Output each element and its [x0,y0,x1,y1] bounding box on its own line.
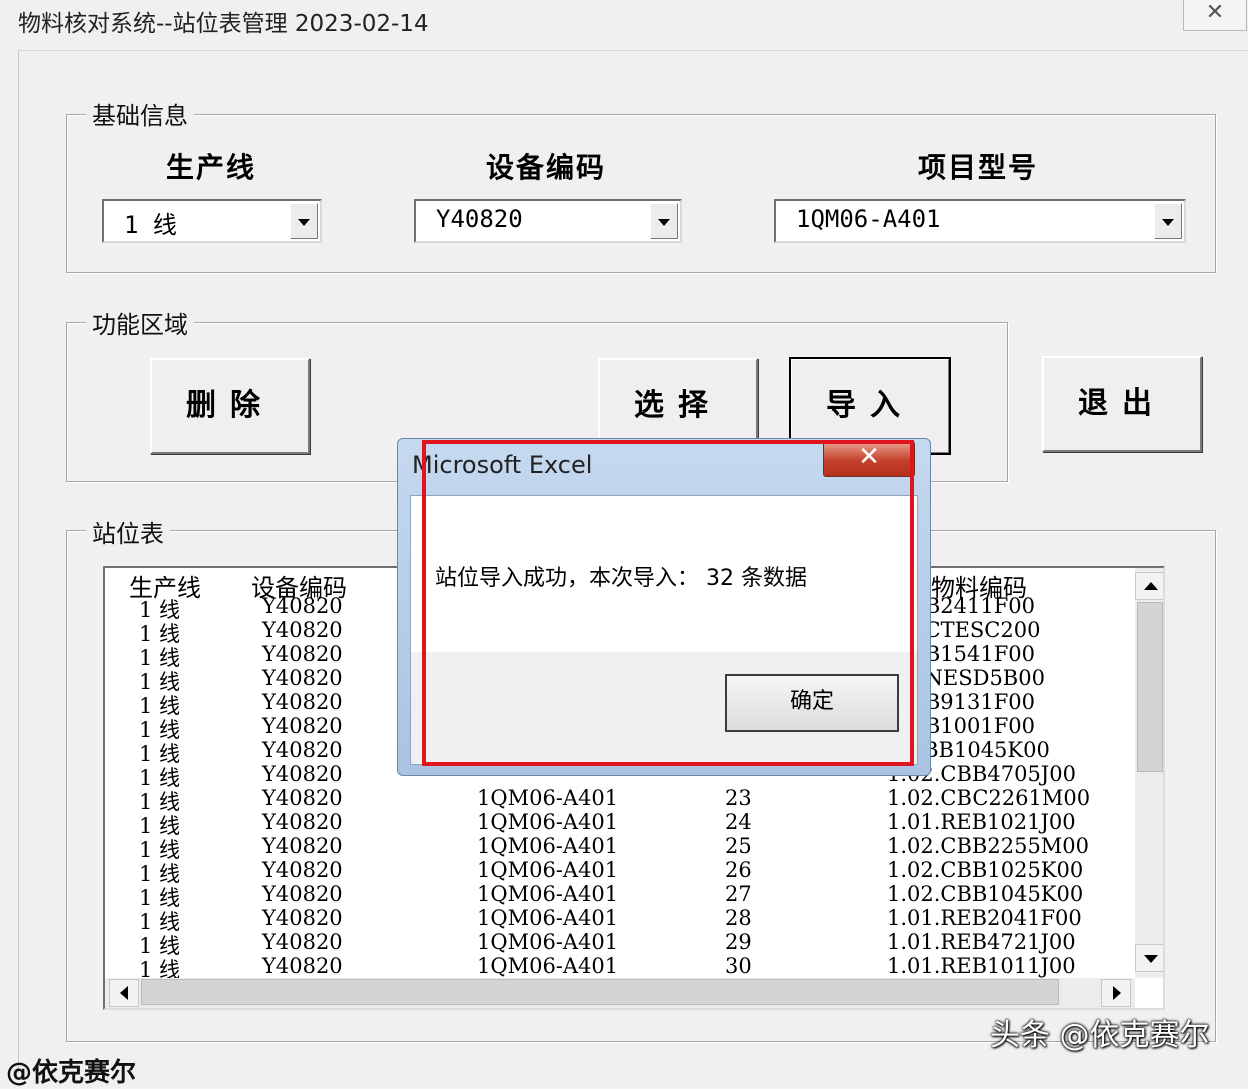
table-cell: 1QM06-A401 [477,858,619,882]
table-cell: Y40820 [262,810,343,834]
scroll-right-button[interactable] [1101,979,1131,1007]
horizontal-scroll-thumb[interactable] [141,979,1059,1005]
production-line-label: 生产线 [166,151,257,184]
table-cell: 1QM06-A401 [477,930,619,954]
project-model-combo[interactable]: 1QM06-A401 [774,199,1186,243]
table-cell: Y40820 [262,642,343,666]
device-code-value: Y40820 [436,205,523,233]
table-cell: 1.01.REB1021J00 [887,810,1076,834]
table-cell: Y40820 [262,954,343,978]
basic-info-group-label: 基础信息 [86,96,194,131]
scroll-left-button[interactable] [109,979,139,1007]
table-row[interactable]: 1 线 Y40820 1QM06-A401 28 1.01.REB2041F00 [105,906,1135,934]
table-cell: Y40820 [262,738,343,762]
scroll-down-icon [1144,955,1158,963]
scroll-up-button[interactable] [1135,572,1163,600]
table-row[interactable]: 1 线 Y40820 1QM06-A401 30 1.01.REB1011J00 [105,954,1135,982]
table-cell: 1.02.CBB1025K00 [887,858,1084,882]
scroll-left-icon [120,986,128,1000]
scroll-up-icon [1144,582,1158,590]
table-cell: Y40820 [262,666,343,690]
window-title: 物料核对系统--站位表管理 2023-02-14 [18,11,429,37]
table-row[interactable]: 1 线 Y40820 1QM06-A401 23 1.02.CBC2261M00 [105,786,1135,814]
table-cell: Y40820 [262,882,343,906]
table-cell: 1.02.CBB2255M00 [887,834,1090,858]
table-row[interactable]: 1 线 Y40820 1QM06-A401 25 1.02.CBB2255M00 [105,834,1135,862]
basic-info-group [66,114,1216,273]
table-cell: 27 [725,882,752,906]
table-cell: 1QM06-A401 [477,810,619,834]
exit-button[interactable]: 退出 [1042,356,1202,452]
table-cell: 1.01.REB4721J00 [887,930,1076,954]
device-code-label: 设备编码 [486,151,607,184]
table-cell: 30 [725,954,752,978]
table-cell: 26 [725,858,752,882]
highlight-annotation-box [422,440,914,766]
chevron-down-icon[interactable] [290,203,318,239]
project-model-label: 项目型号 [918,151,1039,184]
watermark: 头条 @依克赛尔 [990,1018,1210,1053]
table-cell: Y40820 [262,858,343,882]
table-cell: 1.01.REB1011J00 [887,954,1076,978]
station-table-group-label: 站位表 [86,514,170,549]
table-cell: 1.02.CBB1045K00 [887,882,1084,906]
scroll-right-icon [1113,986,1121,1000]
delete-button[interactable]: 删除 [150,358,310,454]
table-cell: 1QM06-A401 [477,786,619,810]
table-cell: 1.01.REB2041F00 [887,906,1082,930]
scroll-down-button[interactable] [1135,944,1163,972]
table-cell: Y40820 [262,786,343,810]
table-cell: Y40820 [262,834,343,858]
table-cell: Y40820 [262,618,343,642]
table-cell: Y40820 [262,930,343,954]
table-row[interactable]: 1 线 Y40820 1QM06-A401 24 1.01.REB1021J00 [105,810,1135,838]
table-cell: Y40820 [262,594,343,618]
production-line-value: 1 线 [124,211,177,239]
horizontal-scrollbar[interactable] [105,978,1135,1008]
vertical-scroll-thumb[interactable] [1137,602,1163,772]
table-cell: 28 [725,906,752,930]
table-cell: Y40820 [262,762,343,786]
window-close-button[interactable]: ✕ [1183,0,1247,31]
table-cell: 23 [725,786,752,810]
table-cell: 24 [725,810,752,834]
chevron-down-icon[interactable] [650,203,678,239]
table-cell: Y40820 [262,690,343,714]
production-line-combo[interactable]: 1 线 [102,199,322,243]
table-cell: 29 [725,930,752,954]
table-cell: Y40820 [262,906,343,930]
table-cell: 1QM06-A401 [477,834,619,858]
bottom-cropped-text: @依克赛尔 [6,1058,137,1088]
table-cell: Y40820 [262,714,343,738]
table-cell: 1QM06-A401 [477,954,619,978]
table-cell: 1.02.CBC2261M00 [887,786,1091,810]
chevron-down-icon[interactable] [1154,203,1182,239]
table-row[interactable]: 1 线 Y40820 1QM06-A401 26 1.02.CBB1025K00 [105,858,1135,886]
table-row[interactable]: 1 线 Y40820 1QM06-A401 27 1.02.CBB1045K00 [105,882,1135,910]
device-code-combo[interactable]: Y40820 [414,199,682,243]
function-group-label: 功能区域 [86,305,194,340]
table-cell: 25 [725,834,752,858]
vertical-scrollbar[interactable] [1135,568,1163,978]
table-cell: 1QM06-A401 [477,882,619,906]
project-model-value: 1QM06-A401 [796,205,941,233]
table-row[interactable]: 1 线 Y40820 1QM06-A401 29 1.01.REB4721J00 [105,930,1135,958]
table-cell: 1QM06-A401 [477,906,619,930]
